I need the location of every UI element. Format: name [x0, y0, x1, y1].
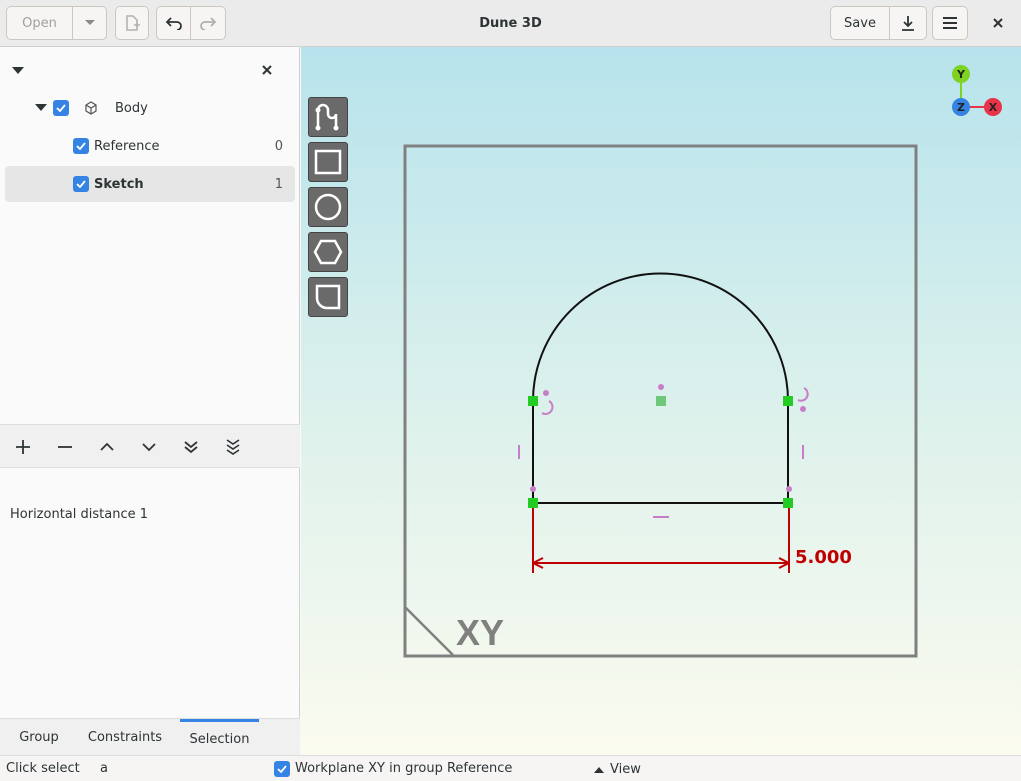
group-toolbar — [0, 424, 300, 468]
minus-icon — [58, 446, 72, 448]
reference-visibility-checkbox[interactable] — [73, 138, 89, 154]
tree-item-label: Sketch — [94, 176, 144, 192]
move-group-down-button[interactable] — [137, 435, 161, 459]
tree-item-count: 0 — [274, 138, 283, 154]
open-button[interactable]: Open — [6, 6, 73, 40]
tree-item-sketch[interactable]: Sketch 1 — [5, 166, 295, 202]
move-group-to-end-button[interactable] — [179, 435, 203, 459]
view-menu-button[interactable]: View — [594, 756, 654, 781]
double-chevron-down-icon — [184, 441, 198, 454]
triangle-up-icon — [594, 766, 604, 773]
body-cube-icon — [85, 101, 97, 115]
tree-expand-all-button[interactable] — [12, 64, 30, 76]
tree-item-label: Reference — [94, 138, 160, 154]
sketch-drawing[interactable]: XY 5.000 — [301, 47, 1021, 755]
tab-group[interactable]: Group — [8, 719, 70, 756]
header-bar: Open Dune 3D Save — [0, 0, 1021, 47]
chevron-down-icon — [142, 443, 156, 452]
status-bar: Click select a Workplane XY in group Ref… — [0, 755, 1021, 781]
new-document-button[interactable] — [115, 6, 149, 40]
body-visibility-checkbox[interactable] — [53, 100, 69, 116]
undo-icon — [165, 17, 182, 30]
chevron-up-icon — [100, 442, 114, 451]
redo-button[interactable] — [190, 6, 226, 40]
tree-item-count: 1 — [274, 176, 283, 192]
close-window-button[interactable] — [985, 10, 1011, 36]
sketch-points[interactable] — [528, 396, 793, 508]
selection-list: Horizontal distance 1 — [0, 469, 299, 717]
workplane-status-text: Workplane XY in group Reference — [295, 761, 513, 776]
tree-item-reference[interactable]: Reference 0 — [5, 128, 295, 164]
selection-list-item[interactable]: Horizontal distance 1 — [10, 507, 148, 522]
sketch-visibility-checkbox[interactable] — [73, 176, 89, 192]
triangle-down-icon — [12, 67, 24, 74]
triple-chevron-down-icon — [226, 439, 240, 455]
sidebar-tabs: Group Constraints Selection — [0, 718, 300, 755]
tab-selection[interactable]: Selection — [180, 719, 259, 756]
dimension-value-label[interactable]: 5.000 — [795, 547, 852, 568]
chevron-down-icon — [84, 20, 95, 25]
download-icon — [902, 16, 914, 31]
add-group-button[interactable] — [11, 435, 35, 459]
workplane-corner-mark — [404, 606, 454, 656]
status-key-text: a — [100, 761, 108, 776]
tab-constraints[interactable]: Constraints — [80, 719, 170, 756]
move-group-up-button[interactable] — [95, 435, 119, 459]
sketch-arc[interactable] — [532, 272, 789, 402]
remove-group-button[interactable] — [53, 435, 77, 459]
open-recent-dropdown-button[interactable] — [72, 6, 107, 40]
redo-icon — [200, 17, 217, 30]
expander-triangle-icon[interactable] — [35, 104, 47, 112]
main-menu-button[interactable] — [932, 6, 968, 40]
save-button[interactable]: Save — [830, 6, 890, 40]
undo-button[interactable] — [156, 6, 191, 40]
move-group-to-bottom-button[interactable] — [221, 435, 245, 459]
new-document-icon — [126, 15, 140, 31]
status-mode-text: Click select — [6, 761, 80, 776]
workplane-label: XY — [456, 612, 504, 653]
close-icon — [993, 18, 1003, 28]
hamburger-menu-icon — [943, 17, 957, 29]
plus-icon — [16, 440, 30, 454]
tree-item-body[interactable]: Body — [5, 90, 295, 126]
view-menu-label: View — [610, 761, 641, 777]
workplane-checkbox[interactable] — [274, 761, 290, 777]
tree-item-label: Body — [115, 100, 148, 116]
sidebar-close-button[interactable] — [262, 64, 276, 78]
viewport-canvas[interactable]: Y Z X XY 5.000 — [301, 47, 1021, 755]
sidebar: Body Reference 0 Sketch 1 Horizontal dis… — [0, 47, 300, 755]
close-icon — [262, 65, 272, 75]
export-button[interactable] — [889, 6, 927, 40]
